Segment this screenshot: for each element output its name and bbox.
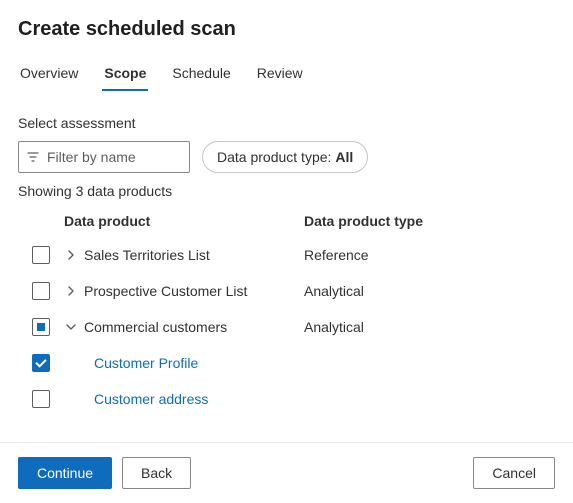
row-checkbox[interactable] [32, 282, 50, 300]
chevron-down-icon[interactable] [64, 322, 78, 332]
table-header: Data product Data product type [18, 205, 555, 237]
chevron-right-icon[interactable] [64, 286, 78, 296]
type-filter-pill[interactable]: Data product type: All [202, 141, 368, 173]
table-row: Prospective Customer List Analytical [18, 273, 555, 309]
col-header-product: Data product [64, 213, 304, 229]
type-filter-value: All [335, 149, 353, 165]
filter-input-wrap[interactable] [18, 141, 190, 173]
back-button[interactable]: Back [122, 457, 191, 489]
tab-overview[interactable]: Overview [18, 59, 80, 91]
table-row: Commercial customers Analytical [18, 309, 555, 345]
table-row: Customer address [18, 381, 555, 417]
col-header-type: Data product type [304, 213, 555, 229]
chevron-right-icon[interactable] [64, 250, 78, 260]
tab-scope[interactable]: Scope [102, 59, 148, 91]
row-label: Sales Territories List [84, 247, 210, 263]
cancel-button[interactable]: Cancel [473, 457, 555, 489]
row-type: Reference [304, 247, 555, 263]
section-label: Select assessment [18, 115, 555, 131]
row-checkbox[interactable] [32, 246, 50, 264]
table-row: Customer Profile [18, 345, 555, 381]
page-title: Create scheduled scan [18, 18, 555, 41]
continue-button[interactable]: Continue [18, 457, 112, 489]
filter-icon [27, 151, 39, 163]
type-filter-label: Data product type: [217, 149, 331, 165]
filter-input[interactable] [45, 148, 181, 166]
row-label: Prospective Customer List [84, 283, 247, 299]
tabs: Overview Scope Schedule Review [18, 59, 555, 91]
row-type: Analytical [304, 283, 555, 299]
row-label[interactable]: Customer address [94, 391, 208, 407]
row-checkbox[interactable] [32, 354, 50, 372]
row-type: Analytical [304, 319, 555, 335]
tab-schedule[interactable]: Schedule [170, 59, 232, 91]
row-label[interactable]: Customer Profile [94, 355, 198, 371]
row-label: Commercial customers [84, 319, 227, 335]
table-row: Sales Territories List Reference [18, 237, 555, 273]
row-checkbox[interactable] [32, 318, 50, 336]
row-checkbox[interactable] [32, 390, 50, 408]
results-count: Showing 3 data products [18, 183, 555, 199]
footer: Continue Back Cancel [0, 442, 573, 503]
tab-review[interactable]: Review [255, 59, 305, 91]
